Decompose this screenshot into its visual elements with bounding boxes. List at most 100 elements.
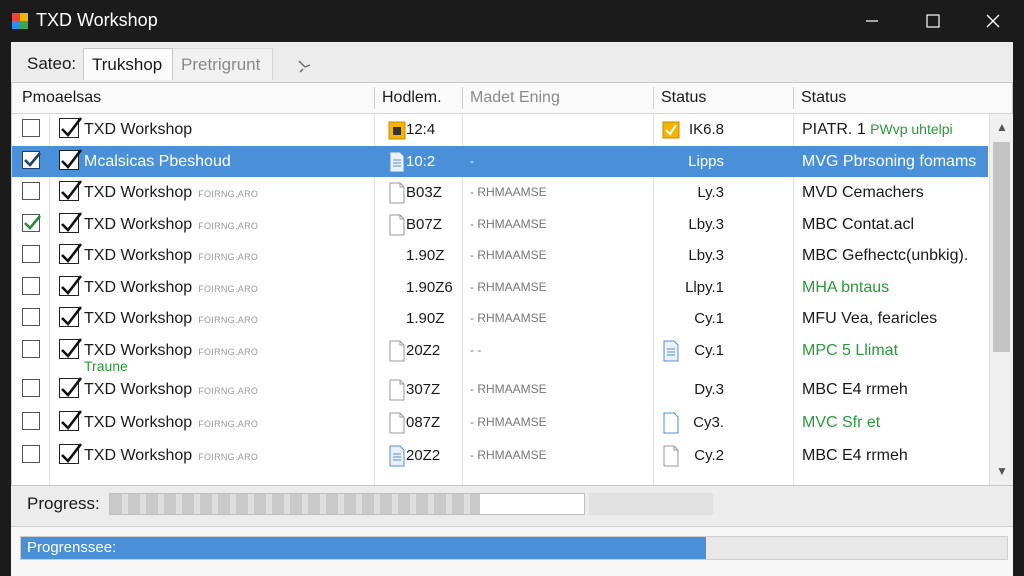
row-select-checkbox[interactable]: [22, 119, 40, 137]
item-name-suffix: FOIRNG.ARO: [198, 419, 259, 429]
item-enabled-checkbox[interactable]: [59, 149, 83, 170]
progress-bar-extension: [589, 493, 713, 515]
maximize-button[interactable]: [910, 0, 956, 42]
column-header-name[interactable]: Pmoaelsas: [14, 83, 374, 113]
status-detail: MPC 5 Llimat: [802, 335, 988, 366]
column-header-status-2[interactable]: Status: [793, 83, 983, 113]
overall-progress-label: Progrenssee:: [27, 539, 117, 556]
item-name: TXD Workshop: [84, 114, 192, 145]
status-detail-text: MBC Contat.acl: [802, 216, 915, 233]
item-note: Traune: [84, 358, 128, 374]
item-list-panel: Pmoaelsas Hodlem. Madet Ening Status Sta…: [11, 82, 1013, 486]
item-enabled-checkbox[interactable]: [59, 443, 83, 464]
status-value: Ly.3: [697, 184, 724, 201]
table-row[interactable]: TXD Workshop FOIRNG.ARO 087Z - RHMAAMSE Cy3.…: [12, 407, 988, 438]
table-row[interactable]: TXD Workshop FOIRNG.ARO 307Z - RHMAAMSE Dy.3…: [12, 374, 988, 405]
madet-ening-value: - RHMAAMSE: [470, 280, 547, 294]
status-detail-text: MHA bntaus: [802, 279, 890, 296]
checkmark-icon: [61, 306, 83, 326]
item-name-text: TXD Workshop: [84, 279, 193, 296]
scroll-down-icon[interactable]: ▼: [995, 464, 1009, 478]
row-select-checkbox[interactable]: [22, 412, 40, 430]
item-name: TXD Workshop FOIRNG.ARO: [84, 272, 258, 303]
column-header: Pmoaelsas Hodlem. Madet Ening Status Sta…: [12, 83, 1012, 114]
status-value: Cy.2: [694, 447, 724, 464]
status-detail-text: MBC E4 rrmeh: [802, 447, 908, 464]
table-row[interactable]: TXD Workshop FOIRNG.ARO Traune 20Z2 - - Cy.1 M…: [12, 335, 988, 374]
item-name-suffix: FOIRNG.ARO: [198, 452, 259, 462]
close-button[interactable]: [970, 0, 1016, 42]
status-detail: PIATR. 1 PWvp uhtelpi: [802, 114, 988, 145]
hodlem-value: 1.90Z: [406, 247, 445, 264]
status-detail: MVC Sfr et: [802, 407, 988, 438]
document-icon: [389, 445, 405, 467]
row-select-checkbox[interactable]: [22, 379, 40, 397]
status-detail: MBC Contat.acl: [802, 209, 988, 240]
item-name-suffix: FOIRNG.ARO: [198, 252, 259, 262]
row-select-checkbox[interactable]: [22, 245, 40, 263]
item-enabled-checkbox[interactable]: [59, 275, 83, 296]
hodlem-value: B03Z: [406, 184, 442, 201]
pin-icon[interactable]: [295, 56, 313, 74]
status-detail-text: MVG Pbrsoning fomams: [802, 153, 977, 170]
checkmark-icon: [61, 117, 83, 137]
status-detail: MVD Cemachers: [802, 177, 988, 208]
item-name-suffix: FOIRNG.ARO: [198, 347, 259, 357]
row-select-checkbox[interactable]: [22, 340, 40, 358]
row-select-checkbox[interactable]: [22, 277, 40, 295]
hodlem-value: 20Z2: [406, 447, 441, 464]
table-row[interactable]: Mcalsicas Pbeshoud 10:2 - Lipps MVG Pbrsonin…: [12, 146, 988, 177]
scroll-up-icon[interactable]: ▲: [995, 120, 1009, 134]
hodlem-value: 1.90Z6: [406, 279, 453, 296]
progress-bar: [109, 493, 585, 515]
madet-ening-value: - RHMAAMSE: [470, 217, 547, 231]
table-row[interactable]: TXD Workshop FOIRNG.ARO 20Z2 - RHMAAMSE Cy.2…: [12, 440, 988, 471]
item-name-suffix: FOIRNG.ARO: [198, 315, 259, 325]
item-enabled-checkbox[interactable]: [59, 243, 83, 264]
hodlem-value: 087Z: [406, 414, 441, 431]
tab-strip: Sateo: Trukshop Pretrigrunt: [19, 48, 1009, 80]
checkmark-icon: [24, 152, 41, 167]
status-detail: MBC E4 rrmeh: [802, 440, 988, 471]
vertical-scrollbar[interactable]: ▲ ▼: [989, 114, 1013, 485]
overall-progress-fill: [21, 537, 707, 559]
tab-pretrigrunt[interactable]: Pretrigrunt: [173, 48, 273, 80]
status-detail-text: PIATR. 1: [802, 121, 866, 138]
item-name-text: TXD Workshop: [84, 381, 193, 398]
table-row[interactable]: TXD Workshop 12:4 IK6.8 PIATR. 1 PWvp uhtel…: [12, 114, 988, 145]
table-row[interactable]: TXD Workshop FOIRNG.ARO B07Z - RHMAAMSE Lby.…: [12, 209, 988, 240]
row-select-checkbox[interactable]: [22, 182, 40, 200]
scrollbar-thumb[interactable]: [993, 142, 1010, 352]
status-detail-text: MFU Vea, fearicles: [802, 310, 938, 327]
minimize-icon: [866, 20, 878, 22]
row-select-checkbox[interactable]: [22, 445, 40, 463]
column-header-hodlem[interactable]: Hodlem.: [374, 83, 462, 113]
item-enabled-checkbox[interactable]: [59, 212, 83, 233]
item-enabled-checkbox[interactable]: [59, 377, 83, 398]
table-row[interactable]: TXD Workshop FOIRNG.ARO 1.90Z - RHMAAMSE Lby…: [12, 240, 988, 271]
madet-ening-value: - RHMAAMSE: [470, 311, 547, 325]
table-row[interactable]: TXD Workshop FOIRNG.ARO 1.90Z6 - RHMAAMSE Ll…: [12, 272, 988, 303]
item-name: TXD Workshop FOIRNG.ARO: [84, 440, 258, 471]
item-enabled-checkbox[interactable]: [59, 338, 83, 359]
file-icon: [389, 214, 405, 236]
checkmark-icon: [61, 338, 83, 358]
column-header-status-1[interactable]: Status: [653, 83, 793, 113]
minimize-button[interactable]: [849, 0, 895, 42]
tab-sateo[interactable]: Sateo:: [19, 48, 83, 80]
tab-trukshop[interactable]: Trukshop: [83, 48, 173, 80]
table-row[interactable]: TXD Workshop FOIRNG.ARO B03Z - RHMAAMSE Ly.3…: [12, 177, 988, 208]
table-row[interactable]: TXD Workshop FOIRNG.ARO 1.90Z - RHMAAMSE Cy.…: [12, 303, 988, 334]
title-bar[interactable]: TXD Workshop: [0, 0, 1024, 42]
column-header-madet-ening[interactable]: Madet Ening: [462, 83, 652, 113]
item-enabled-checkbox[interactable]: [59, 306, 83, 327]
item-enabled-checkbox[interactable]: [59, 410, 83, 431]
window-title: TXD Workshop: [36, 10, 158, 30]
status-detail-text: MPC 5 Llimat: [802, 342, 899, 359]
item-list: TXD Workshop 12:4 IK6.8 PIATR. 1 PWvp uhtel…: [12, 114, 988, 485]
item-enabled-checkbox[interactable]: [59, 117, 83, 138]
row-select-checkbox[interactable]: [22, 308, 40, 326]
item-name: TXD Workshop FOIRNG.ARO: [84, 209, 258, 240]
item-enabled-checkbox[interactable]: [59, 180, 83, 201]
file-icon: [389, 340, 405, 362]
